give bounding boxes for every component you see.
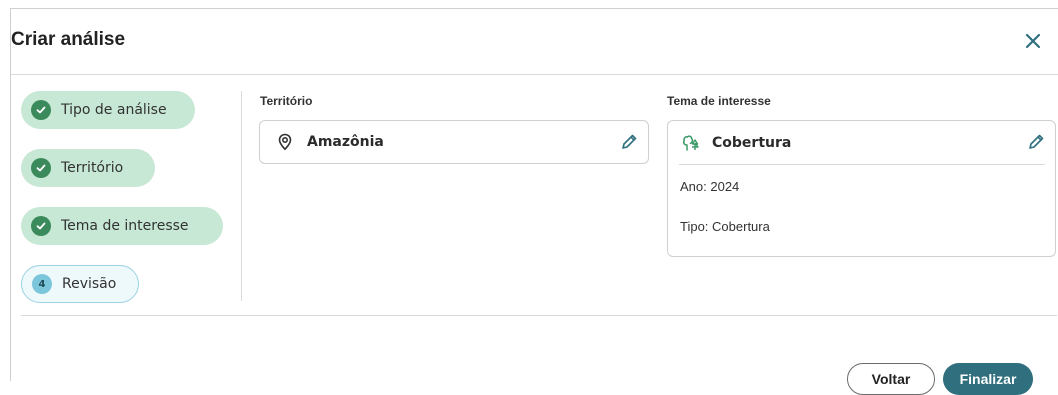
step-label: Território	[61, 160, 124, 176]
step-review[interactable]: 4 Revisão	[21, 265, 139, 303]
dialog-title: Criar análise	[11, 29, 125, 51]
theme-card-divider	[679, 164, 1045, 165]
dialog-header: Criar análise	[11, 9, 1058, 75]
step-number-badge: 4	[32, 274, 52, 294]
location-pin-icon	[275, 132, 295, 152]
territory-card: Amazônia	[259, 120, 649, 164]
close-icon[interactable]	[1021, 29, 1045, 53]
theme-card: Cobertura Ano: 2024 Tipo: Cobertura	[667, 120, 1056, 257]
pencil-icon[interactable]	[620, 133, 638, 151]
step-label: Tipo de análise	[61, 102, 167, 118]
territory-section-label: Território	[260, 94, 313, 108]
pencil-icon[interactable]	[1027, 133, 1045, 151]
check-icon	[31, 216, 51, 236]
check-icon	[31, 158, 51, 178]
footer-divider	[21, 315, 1057, 316]
finish-button[interactable]: Finalizar	[943, 363, 1033, 395]
territory-value: Amazônia	[307, 134, 384, 150]
theme-section-label: Tema de interesse	[667, 94, 771, 108]
step-label: Tema de interesse	[61, 218, 189, 234]
trees-icon	[680, 132, 702, 154]
vertical-divider	[241, 91, 242, 301]
dialog-title-text: Criar análise	[11, 29, 126, 50]
step-analysis-type[interactable]: Tipo de análise	[21, 91, 195, 129]
theme-detail-year: Ano: 2024	[680, 179, 740, 194]
check-icon	[31, 100, 51, 120]
back-button[interactable]: Voltar	[847, 363, 935, 395]
step-theme[interactable]: Tema de interesse	[21, 207, 223, 245]
create-analysis-dialog: Criar análise Tipo de análise Território	[10, 8, 1058, 381]
theme-detail-type: Tipo: Cobertura	[680, 219, 770, 234]
step-label: Revisão	[62, 276, 117, 292]
theme-value: Cobertura	[712, 135, 792, 151]
step-territory[interactable]: Território	[21, 149, 155, 187]
